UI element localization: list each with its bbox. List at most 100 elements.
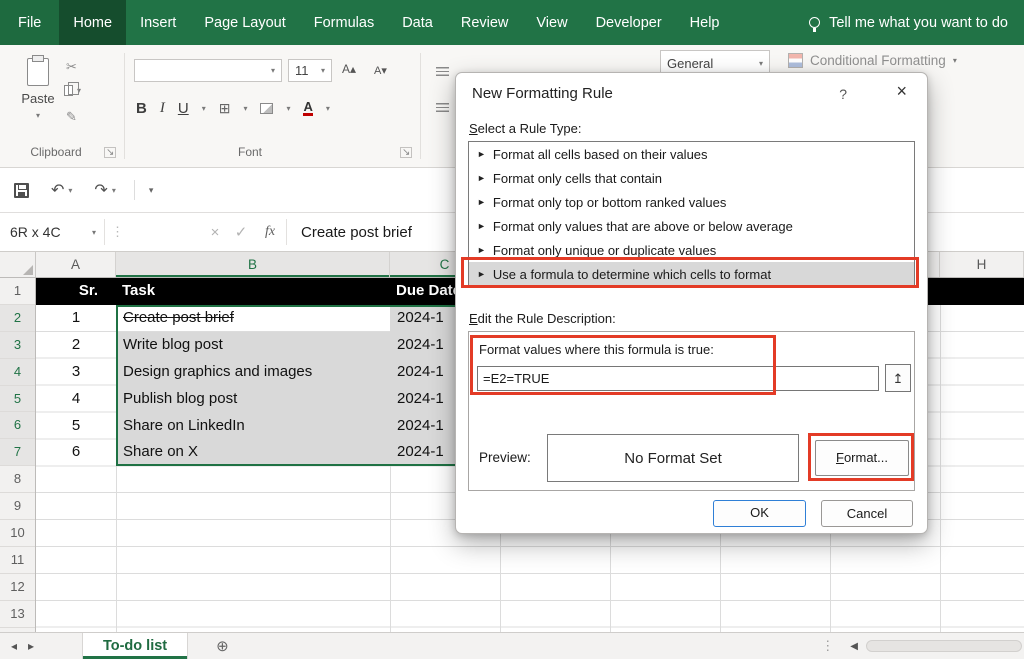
tab-help[interactable]: Help <box>676 0 734 45</box>
row-header-7[interactable]: 7 <box>0 439 35 466</box>
formula-input[interactable]: Create post brief <box>287 224 412 241</box>
rule-type-option-1[interactable]: ► Format all cells based on their values <box>469 142 914 166</box>
increase-font-icon[interactable]: A▴ <box>342 62 356 76</box>
dialog-title[interactable]: New Formatting Rule <box>472 85 613 102</box>
column-header-b[interactable]: B <box>116 252 390 277</box>
save-icon[interactable] <box>14 183 29 198</box>
chevron-down-icon[interactable]: ▾ <box>68 186 72 195</box>
undo-button[interactable]: ↶ <box>51 180 64 200</box>
rule-type-option-2[interactable]: ► Format only cells that contain <box>469 166 914 190</box>
name-box[interactable]: 6R x 4C <box>0 224 84 240</box>
underline-button[interactable]: U <box>178 100 189 117</box>
row-header-6[interactable]: 6 <box>0 412 35 439</box>
column-header-a[interactable]: A <box>36 252 116 277</box>
sheet-nav-right-icon[interactable]: ▸ <box>28 639 34 653</box>
tab-file[interactable]: File <box>0 0 59 45</box>
tab-home[interactable]: Home <box>59 0 126 45</box>
header-cell-sr[interactable]: Sr. <box>36 278 98 305</box>
cell-a6[interactable]: 5 <box>36 413 116 440</box>
ok-button[interactable]: OK <box>713 500 806 527</box>
rule-type-option-6-selected[interactable]: ► Use a formula to determine which cells… <box>469 262 914 286</box>
tab-formulas[interactable]: Formulas <box>300 0 388 45</box>
collapse-dialog-icon[interactable]: ↥ <box>885 364 911 392</box>
name-box-dropdown-icon[interactable]: ▾ <box>84 228 104 237</box>
cell-b3[interactable]: Write blog post <box>116 332 390 359</box>
decrease-font-icon[interactable]: A▾ <box>374 64 387 77</box>
row-header-10[interactable]: 10 <box>0 520 35 547</box>
tab-insert[interactable]: Insert <box>126 0 190 45</box>
help-icon[interactable]: ? <box>839 86 847 102</box>
row-header-9[interactable]: 9 <box>0 493 35 520</box>
add-sheet-icon[interactable]: ⊕ <box>216 637 229 655</box>
cell-b7[interactable]: Share on X <box>116 439 390 466</box>
cut-button[interactable]: ✂ <box>66 59 77 75</box>
hscroll-left-icon[interactable]: ◀ <box>850 641 858 652</box>
conditional-formatting-button[interactable]: Conditional Formatting ▾ <box>788 53 957 68</box>
tab-view[interactable]: View <box>522 0 581 45</box>
font-name-select[interactable]: ▾ <box>134 59 282 82</box>
tab-scroll-divider-icon[interactable]: ⋮ <box>821 638 834 654</box>
cancel-button[interactable]: Cancel <box>821 500 913 527</box>
sheet-tab-todo-list[interactable]: To-do list <box>82 633 188 659</box>
chevron-down-icon[interactable]: ▾ <box>243 104 247 113</box>
row-header-11[interactable]: 11 <box>0 547 35 574</box>
paste-button[interactable]: Paste ▾ <box>14 55 62 143</box>
row-header-5[interactable]: 5 <box>0 386 35 413</box>
select-all-corner[interactable] <box>0 252 36 277</box>
cancel-entry-icon[interactable]: × <box>202 224 228 241</box>
borders-icon[interactable]: ⊞ <box>219 100 231 117</box>
chevron-down-icon[interactable]: ▾ <box>202 104 206 113</box>
rule-type-option-4[interactable]: ► Format only values that are above or b… <box>469 214 914 238</box>
rule-type-option-3[interactable]: ► Format only top or bottom ranked value… <box>469 190 914 214</box>
cell-a5[interactable]: 4 <box>36 386 116 413</box>
row-header-2[interactable]: 2 <box>0 305 35 332</box>
clipboard-dialog-launcher-icon[interactable]: ↘ <box>104 147 116 158</box>
header-cell-task[interactable]: Task <box>122 278 155 305</box>
fill-color-icon[interactable] <box>260 103 273 114</box>
tab-developer[interactable]: Developer <box>582 0 676 45</box>
cell-a4[interactable]: 3 <box>36 359 116 386</box>
chevron-down-icon[interactable]: ▾ <box>112 186 116 195</box>
chevron-down-icon[interactable]: ▾ <box>286 104 290 113</box>
rule-formula-input[interactable] <box>477 366 879 391</box>
bold-button[interactable]: B <box>136 100 147 117</box>
cell-b6[interactable]: Share on LinkedIn <box>116 413 390 440</box>
chevron-down-icon[interactable]: ▾ <box>326 104 330 113</box>
confirm-entry-icon[interactable]: ✓ <box>228 223 254 241</box>
align-lines-icon[interactable] <box>436 103 449 113</box>
format-painter-button[interactable]: ✎ <box>66 109 77 125</box>
tab-review[interactable]: Review <box>447 0 523 45</box>
font-dialog-launcher-icon[interactable]: ↘ <box>400 147 412 158</box>
horizontal-scrollbar[interactable] <box>866 640 1022 652</box>
cell-a7[interactable]: 6 <box>36 439 116 466</box>
italic-button[interactable]: I <box>160 100 165 117</box>
cell-a3[interactable]: 2 <box>36 332 116 359</box>
sheet-nav-left-icon[interactable]: ◂ <box>11 639 17 653</box>
close-icon[interactable]: × <box>896 81 907 102</box>
cell-b4[interactable]: Design graphics and images <box>116 359 390 386</box>
header-cell-due[interactable]: Due Date <box>396 278 461 305</box>
copy-button[interactable]: ▾ <box>64 85 81 96</box>
column-header-h[interactable]: H <box>940 252 1024 277</box>
cell-a2[interactable]: 1 <box>36 305 116 332</box>
row-header-3[interactable]: 3 <box>0 332 35 359</box>
format-button[interactable]: Format... <box>815 440 909 476</box>
drag-handle-icon[interactable]: ⋮ <box>111 224 124 240</box>
font-color-icon[interactable]: A <box>303 100 312 116</box>
row-header-4[interactable]: 4 <box>0 359 35 386</box>
qat-customize-icon[interactable]: ▾ <box>149 185 154 196</box>
cell-b2-active[interactable]: Create post brief <box>116 305 390 332</box>
row-header-12[interactable]: 12 <box>0 574 35 601</box>
insert-function-icon[interactable]: fx <box>254 224 286 240</box>
cell-b5[interactable]: Publish blog post <box>116 386 390 413</box>
align-lines-icon[interactable] <box>436 67 449 77</box>
tell-me-box[interactable]: Tell me what you want to do <box>793 0 1024 45</box>
font-size-select[interactable]: 11 ▾ <box>288 59 332 82</box>
row-header-8[interactable]: 8 <box>0 466 35 493</box>
row-header-13[interactable]: 13 <box>0 601 35 628</box>
row-header-1[interactable]: 1 <box>0 278 35 305</box>
redo-button[interactable]: ↷ <box>94 180 107 200</box>
tab-data[interactable]: Data <box>388 0 447 45</box>
rule-type-option-5[interactable]: ► Format only unique or duplicate values <box>469 238 914 262</box>
tab-page-layout[interactable]: Page Layout <box>190 0 299 45</box>
